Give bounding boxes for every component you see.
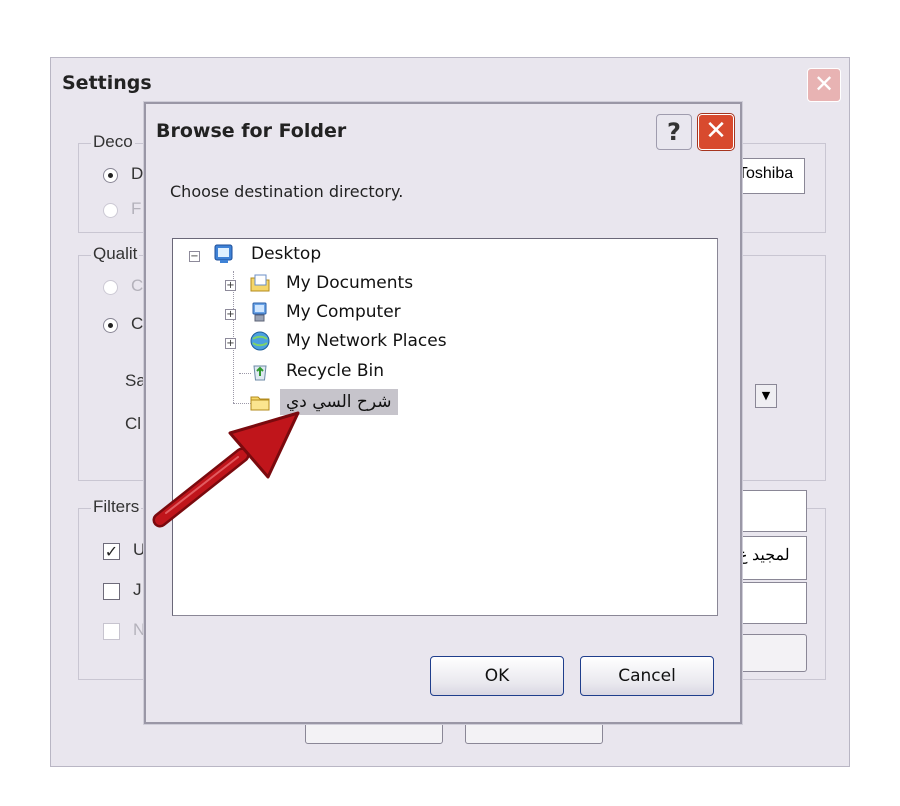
filter1-checkbox[interactable]: ✓ [103, 543, 120, 560]
filters-group-label: Filters [91, 497, 142, 517]
decoding-option1-label: D [131, 164, 144, 183]
quality-sa-label: Sa [125, 371, 146, 390]
browse-dialog-title: Browse for Folder [156, 120, 347, 142]
quality-option2-label: C [131, 314, 144, 333]
quality-dropdown-arrow[interactable]: ▼ [755, 384, 777, 408]
filters-field-top[interactable] [737, 490, 807, 532]
my-computer-expand-toggle[interactable]: + [225, 309, 236, 320]
filter2-checkbox[interactable] [103, 583, 120, 600]
quality-cl-label: Cl [125, 414, 142, 433]
cancel-button[interactable]: Cancel [580, 656, 714, 696]
my-documents-expand-toggle[interactable]: + [225, 280, 236, 291]
decoding-option2-radio[interactable] [103, 203, 118, 218]
red-arrow-icon [152, 411, 300, 528]
ok-button[interactable]: OK [430, 656, 564, 696]
recycle-bin-icon [253, 365, 267, 381]
filter3-checkbox[interactable] [103, 623, 120, 640]
help-button[interactable]: ? [656, 114, 692, 150]
quality-group-label: Qualit [91, 244, 140, 264]
filters-field-bottom[interactable] [737, 582, 807, 624]
my-computer-icon [252, 302, 267, 322]
network-places-icon [250, 331, 270, 351]
tree-node-my-documents[interactable]: My Documents [286, 270, 413, 296]
decoding-path-field[interactable]: Toshiba [737, 158, 805, 194]
desktop-collapse-toggle[interactable]: − [189, 251, 200, 262]
decoding-group-label: Deco [91, 132, 135, 152]
close-button[interactable]: ✕ [698, 114, 734, 150]
tree-node-desktop[interactable]: Desktop [251, 241, 321, 267]
quality-option1-label: C [131, 276, 144, 295]
settings-close-button[interactable]: ✕ [807, 68, 841, 102]
filters-name-field[interactable]: لمجيد ع [737, 536, 807, 580]
tree-node-recycle-bin[interactable]: Recycle Bin [286, 358, 384, 384]
settings-title: Settings [62, 72, 152, 94]
quality-option1-radio[interactable] [103, 280, 118, 295]
tree-node-my-computer[interactable]: My Computer [286, 299, 401, 325]
filters-name-value: لمجيد ع [738, 547, 790, 564]
filter2-label: J [133, 580, 142, 599]
tree-node-my-network-places[interactable]: My Network Places [286, 328, 447, 354]
decoding-option2-label: F [131, 199, 142, 218]
instruction-text: Choose destination directory. [170, 182, 404, 201]
filters-side-button[interactable] [737, 634, 807, 672]
desktop-icon [214, 244, 233, 263]
decoding-path-value: Toshiba [738, 165, 794, 182]
my-network-places-expand-toggle[interactable]: + [225, 338, 236, 349]
decoding-option1-radio[interactable] [103, 168, 118, 183]
my-documents-icon [250, 274, 270, 292]
quality-option2-radio[interactable] [103, 318, 118, 333]
